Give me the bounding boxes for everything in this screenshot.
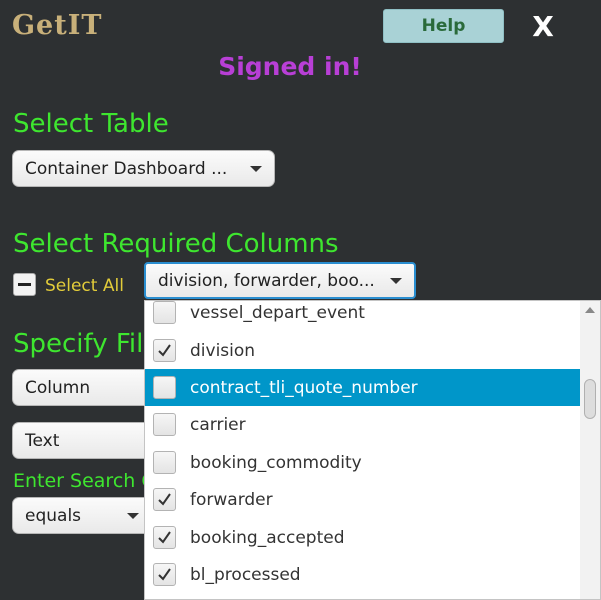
dropdown-item[interactable]: contract_tli_quote_number [145, 369, 581, 406]
checkbox-checked[interactable] [153, 488, 176, 511]
chevron-down-icon [390, 277, 402, 284]
close-button[interactable]: X [528, 8, 558, 44]
checkbox-checked[interactable] [153, 526, 176, 549]
dropdown-item-label: bl_processed [190, 564, 301, 585]
checkbox-checked[interactable] [153, 339, 176, 362]
dropdown-item-label: division [190, 340, 256, 361]
scroll-thumb[interactable] [584, 379, 596, 419]
dropdown-item[interactable]: bl_processed [145, 556, 581, 593]
select-table-title: Select Table [13, 109, 169, 139]
checkbox[interactable] [153, 376, 176, 399]
dropdown-item[interactable]: division [145, 332, 581, 369]
operator-value: equals [25, 505, 82, 526]
required-columns-title: Select Required Columns [13, 229, 339, 259]
check-icon [158, 344, 171, 357]
app-logo: GetIT [12, 10, 103, 41]
dropdown-item[interactable]: forwarder [145, 481, 581, 518]
table-select-value: Container Dashboard ... [25, 158, 228, 179]
select-all-label: Select All [45, 276, 124, 296]
chevron-down-icon [250, 165, 262, 172]
filter-column-value: Column [25, 377, 91, 398]
select-all-checkbox[interactable] [13, 273, 36, 296]
dropdown-item[interactable]: booking_accepted [145, 519, 581, 556]
dropdown-item-label: forwarder [190, 489, 273, 510]
help-button[interactable]: Help [383, 9, 504, 43]
operator-select[interactable]: equals [12, 497, 152, 534]
dropdown-item[interactable]: booking_commodity [145, 444, 581, 481]
filter-column-select[interactable]: Column [12, 369, 162, 406]
columns-select[interactable]: division, forwarder, boo... [144, 262, 416, 299]
checkbox-checked[interactable] [153, 563, 176, 586]
table-select[interactable]: Container Dashboard ... [12, 150, 275, 187]
dropdown-item-label: carrier [190, 414, 246, 435]
signin-status: Signed in! [218, 52, 362, 81]
check-icon [158, 531, 171, 544]
dropdown-item[interactable]: vessel_depart_event [145, 301, 581, 331]
dropdown-item-label: vessel_depart_event [190, 302, 365, 323]
dropdown-item-label: booking_accepted [190, 527, 345, 548]
filter-type-select[interactable]: Text [12, 422, 162, 459]
checkbox[interactable] [153, 451, 176, 474]
dropdown-item-label: contract_tli_quote_number [190, 377, 418, 398]
columns-select-value: division, forwarder, boo... [158, 270, 375, 291]
columns-dropdown-list[interactable]: vessel_depart_event division contract_tli_… [144, 300, 601, 600]
check-icon [158, 568, 171, 581]
scroll-up-icon[interactable] [585, 307, 595, 313]
checkbox[interactable] [153, 301, 176, 324]
dropdown-item-label: booking_commodity [190, 452, 362, 473]
dropdown-scrollbar[interactable] [580, 301, 600, 599]
chevron-down-icon [127, 512, 139, 519]
enter-search-label: Enter Search C [13, 470, 155, 492]
dropdown-item[interactable]: carrier [145, 406, 581, 443]
checkbox[interactable] [153, 413, 176, 436]
filter-title: Specify Filt [13, 329, 154, 359]
filter-type-value: Text [25, 430, 60, 451]
check-icon [158, 493, 171, 506]
